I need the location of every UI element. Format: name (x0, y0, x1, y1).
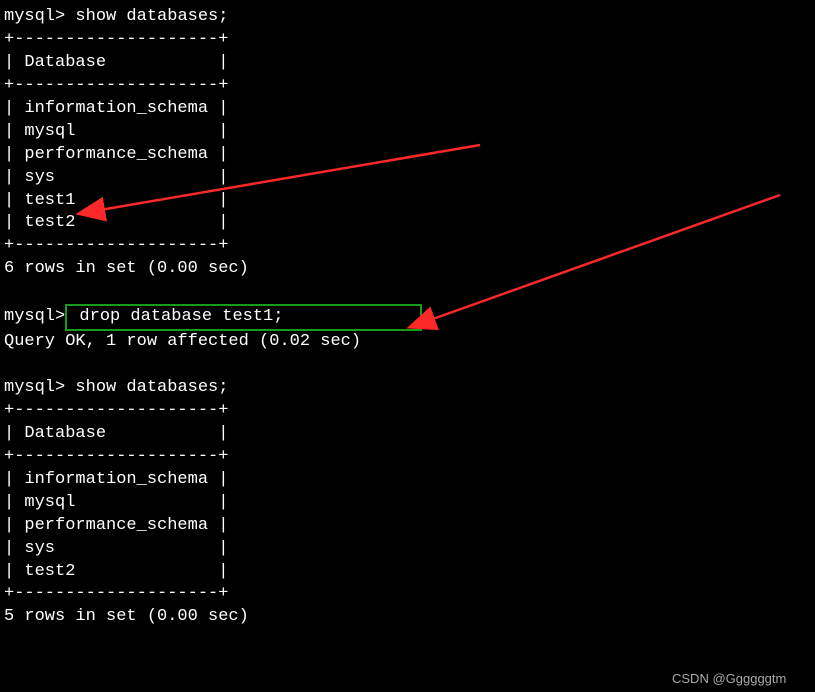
arrow-to-drop-icon (0, 0, 815, 692)
watermark: CSDN @Ggggggtm (672, 670, 786, 688)
